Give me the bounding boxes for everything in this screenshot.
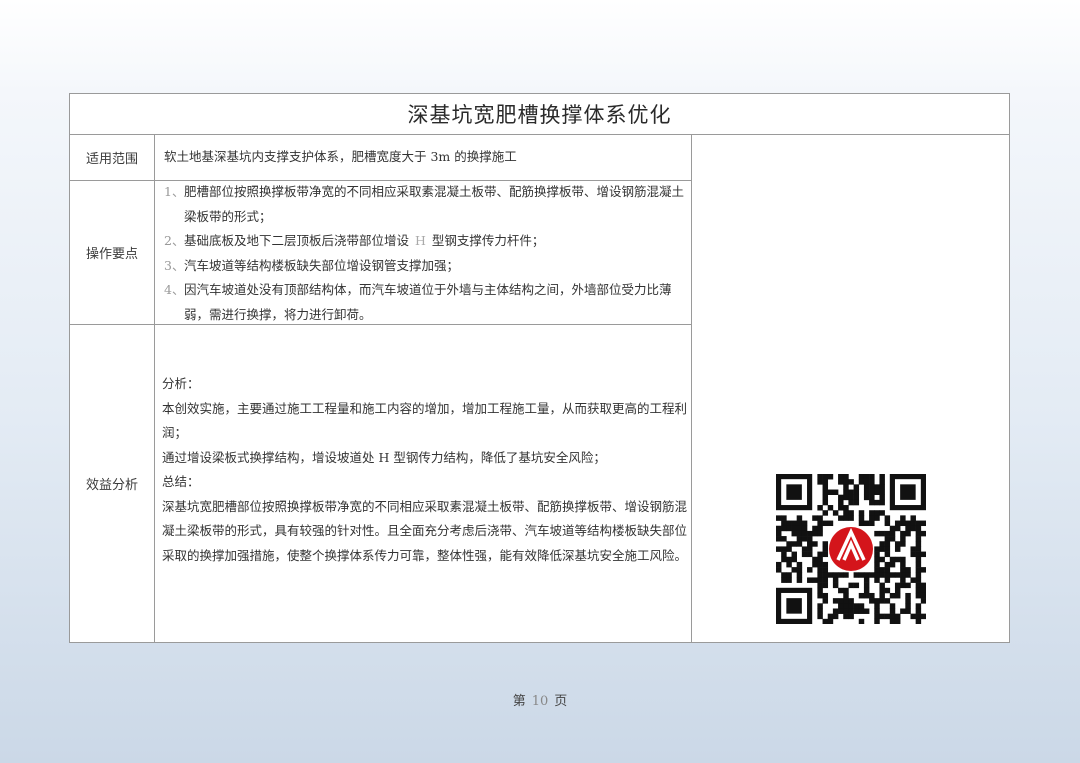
key-point-item: 1、 肥槽部位按照换撑板带净宽的不同相应采取素混凝土板带、配筋换撑板带、增设钢筋…	[164, 180, 686, 229]
page-number: 10	[531, 694, 549, 709]
key-point-number: 2、	[164, 233, 185, 248]
key-point-text: 汽车坡道等结构楼板缺失部位增设钢管支撑加强；	[184, 257, 460, 273]
key-points-label: 操作要点	[85, 247, 138, 262]
col-divider-label	[154, 134, 155, 642]
key-point-text: 因汽车坡道处没有顶部结构体，而汽车坡道位于外墙与主体结构之间，外墙部位受力比薄弱…	[184, 282, 672, 322]
analysis-paragraph: 通过增设梁板式换撑结构，增设坡道处 H 型钢传力结构，降低了基坑安全风险；	[162, 449, 606, 465]
key-point-number: 4、	[164, 282, 185, 297]
qr-code-icon	[776, 474, 927, 625]
document-title: 深基坑宽肥槽换撑体系优化	[70, 94, 1009, 135]
page-prefix: 第	[512, 694, 526, 709]
summary-heading: 总结：	[162, 474, 200, 489]
key-point-text-start: 基础底板及地下二层顶板后浇带部位增设	[184, 233, 410, 248]
qr-code-graphic	[776, 474, 927, 625]
scope-label: 适用范围	[85, 152, 138, 167]
analysis-heading: 分析：	[162, 376, 200, 391]
key-point-item: 2、 基础底板及地下二层顶板后浇带部位增设 H 型钢支撑传力杆件；	[164, 229, 686, 254]
key-point-text: 基础底板及地下二层顶板后浇带部位增设 H 型钢支撑传力杆件；	[184, 229, 686, 254]
summary-paragraph: 深基坑宽肥槽部位按照换撑板带净宽的不同相应采取素混凝土板带、配筋换撑板带、增设钢…	[162, 498, 688, 563]
key-points-list: 1、 肥槽部位按照换撑板带净宽的不同相应采取素混凝土板带、配筋换撑板带、增设钢筋…	[164, 180, 686, 327]
key-point-text: 肥槽部位按照换撑板带净宽的不同相应采取素混凝土板带、配筋换撑板带、增设钢筋混凝土…	[184, 184, 685, 224]
key-point-number: 3、	[164, 257, 185, 273]
analysis-paragraph: 本创效实施，主要通过施工工程量和施工内容的增加，增加工程施工量，从而获取更高的工…	[162, 400, 688, 441]
key-point-text-end: 型钢支撑传力杆件；	[431, 233, 545, 248]
h-mark: H	[415, 233, 426, 248]
benefit-label: 效益分析	[85, 478, 138, 493]
page-suffix: 页	[554, 694, 568, 709]
key-point-item: 4、 因汽车坡道处没有顶部结构体，而汽车坡道位于外墙与主体结构之间，外墙部位受力…	[164, 278, 686, 327]
key-point-number: 1、	[164, 184, 185, 199]
scope-text: 软土地基深基坑内支撑支护体系，肥槽宽度大于 3m 的换撑施工	[164, 149, 517, 164]
document-table: 深基坑宽肥槽换撑体系优化 适用范围 软土地基深基坑内支撑支护体系，肥槽宽度大于 …	[69, 93, 1010, 643]
benefit-content: 分析： 本创效实施，主要通过施工工程量和施工内容的增加，增加工程施工量，从而获取…	[162, 372, 688, 568]
col-divider-qr	[691, 134, 692, 642]
page-footer: 第 10 页	[0, 690, 1080, 709]
key-point-item: 3、 汽车坡道等结构楼板缺失部位增设钢管支撑加强；	[164, 254, 686, 279]
